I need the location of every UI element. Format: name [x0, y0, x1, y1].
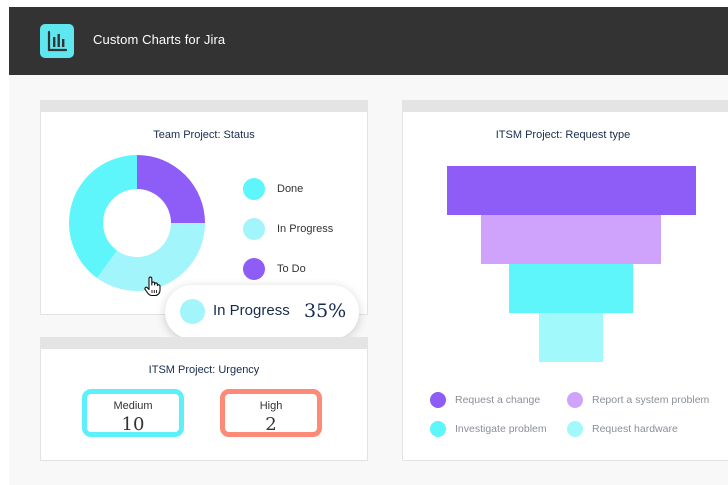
card-header-bar — [40, 100, 368, 112]
legend-label-to-do: To Do — [277, 263, 306, 275]
funnel-bar-report-a-system-problem[interactable] — [481, 215, 661, 264]
app-title: Custom Charts for Jira — [93, 32, 226, 47]
urgency-medium-value: 10 — [121, 414, 145, 435]
urgency-title: ITSM Project: Urgency — [148, 364, 260, 376]
legend-dot-investigate-problem — [430, 421, 446, 437]
bar-chart-logo-icon[interactable] — [40, 24, 74, 58]
legend-label-done: Done — [277, 183, 304, 195]
legend-dot-request-a-change — [430, 392, 446, 408]
chart-tooltip: In Progress 35% — [165, 285, 359, 339]
status-chart-card: Team Project: Status Done In Progress To… — [40, 100, 368, 315]
legend-item-report-a-system-problem[interactable]: Report a system problem — [567, 392, 709, 408]
legend-dot-done — [243, 178, 265, 200]
legend-item-in-progress[interactable]: In Progress — [243, 218, 333, 240]
funnel-bar-request-hardware[interactable] — [538, 313, 604, 362]
status-donut-chart[interactable] — [62, 148, 212, 298]
card-header-bar — [40, 337, 368, 349]
tooltip-label: In Progress — [213, 302, 290, 319]
status-chart-title: Team Project: Status — [153, 129, 255, 141]
legend-label-request-hardware: Request hardware — [592, 423, 678, 435]
funnel-bar-request-a-change[interactable] — [446, 166, 696, 215]
urgency-card: ITSM Project: Urgency Medium 10 High 2 — [40, 337, 368, 461]
app-header: Custom Charts for Jira — [9, 7, 728, 75]
request-type-card: ITSM Project: Request type Request a cha… — [402, 100, 728, 461]
legend-item-request-hardware[interactable]: Request hardware — [567, 421, 678, 437]
legend-dot-in-progress — [243, 218, 265, 240]
legend-item-to-do[interactable]: To Do — [243, 258, 306, 280]
donut-slice-to-do[interactable] — [137, 155, 205, 223]
legend-item-request-a-change[interactable]: Request a change — [430, 392, 540, 408]
legend-label-investigate-problem: Investigate problem — [455, 423, 547, 435]
urgency-high-box[interactable]: High 2 — [220, 389, 322, 437]
urgency-medium-box[interactable]: Medium 10 — [82, 389, 184, 437]
legend-dot-to-do — [243, 258, 265, 280]
legend-label-in-progress: In Progress — [277, 223, 334, 235]
funnel-bar-investigate-problem[interactable] — [508, 264, 634, 313]
legend-label-report-a-system-problem: Report a system problem — [592, 394, 710, 406]
tooltip-color-dot — [180, 299, 205, 324]
urgency-high-label: High — [259, 400, 283, 412]
legend-item-done[interactable]: Done — [243, 178, 303, 200]
urgency-high-value: 2 — [265, 414, 277, 435]
hand-pointer-cursor-icon — [144, 276, 161, 297]
legend-dot-report-a-system-problem — [567, 392, 583, 408]
tooltip-value: 35% — [304, 300, 347, 322]
legend-item-investigate-problem[interactable]: Investigate problem — [430, 421, 547, 437]
urgency-medium-label: Medium — [113, 400, 153, 412]
legend-label-request-a-change: Request a change — [455, 394, 541, 406]
legend-dot-request-hardware — [567, 421, 583, 437]
